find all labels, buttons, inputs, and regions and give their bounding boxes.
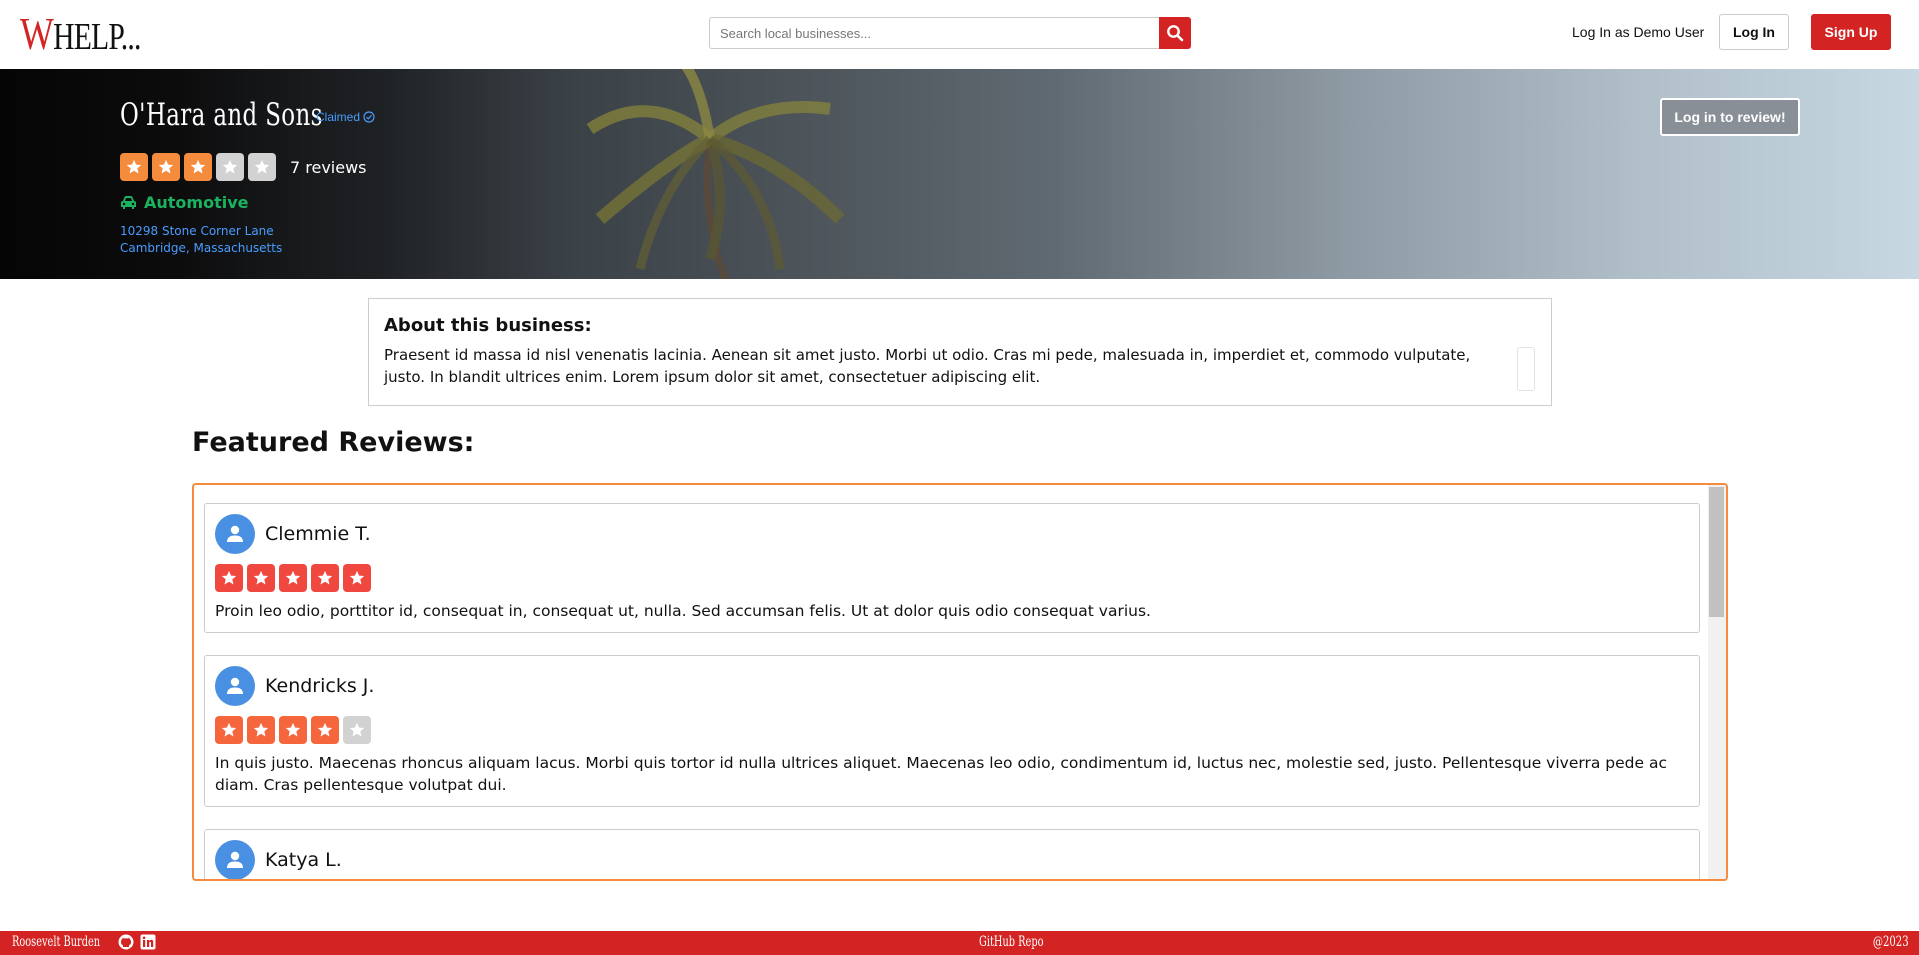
about-title: About this business: [384, 315, 592, 336]
login-button[interactable]: Log In [1719, 14, 1789, 50]
star-icon [216, 153, 244, 181]
star-icon [215, 716, 243, 744]
star-icon [279, 564, 307, 592]
palm-tree-image [586, 69, 845, 279]
star-icon [311, 716, 339, 744]
reviews-scrollbar[interactable] [1708, 485, 1726, 879]
review-count: 7 reviews [290, 158, 367, 177]
scrollbar-thumb[interactable] [1709, 487, 1724, 617]
author-name: Roosevelt Burden [12, 934, 101, 950]
github-icon[interactable] [118, 934, 134, 950]
review-header: Clemmie T. [215, 514, 1689, 554]
about-section: About this business: Praesent id massa i… [368, 298, 1552, 406]
search-button[interactable] [1159, 17, 1191, 49]
logo-text: HELP... [53, 16, 141, 58]
login-to-review-button[interactable]: Log in to review! [1660, 98, 1800, 136]
linkedin-icon[interactable] [140, 934, 156, 950]
logo[interactable]: WHELP... [20, 11, 141, 59]
featured-reviews-title: Featured Reviews: [192, 427, 475, 458]
star-icon [248, 153, 276, 181]
review-card: Kendricks J. In quis justo. Maecenas rhon… [204, 655, 1700, 807]
reviewer-name: Clemmie T. [265, 523, 371, 545]
claimed-label: Claimed [316, 110, 361, 124]
business-rating [120, 153, 276, 181]
claimed-badge: Claimed [316, 110, 375, 124]
star-icon [247, 564, 275, 592]
footer: Roosevelt Burden GitHub Repo @2023 [0, 931, 1919, 955]
review-text: Proin leo odio, porttitor id, consequat … [215, 602, 1151, 620]
github-repo-link[interactable]: GitHub Repo [979, 934, 1044, 950]
copyright: @2023 [1873, 934, 1909, 950]
business-category[interactable]: Automotive [120, 193, 249, 212]
review-card: Clemmie T. Proin leo odio, porttitor id, … [204, 503, 1700, 633]
user-avatar-icon [215, 514, 255, 554]
business-name: O'Hara and Sons [120, 97, 323, 133]
user-avatar-icon [215, 840, 255, 879]
star-icon [215, 564, 243, 592]
star-icon [184, 153, 212, 181]
star-icon [152, 153, 180, 181]
category-label: Automotive [144, 193, 249, 212]
about-text: Praesent id massa id nisl venenatis laci… [384, 346, 1471, 386]
star-icon [279, 716, 307, 744]
address-line-1: 10298 Stone Corner Lane [120, 224, 274, 238]
review-text: In quis justo. Maecenas rhoncus aliquam … [215, 754, 1667, 794]
star-icon [311, 564, 339, 592]
review-card: Katya L. [204, 829, 1700, 879]
review-header: Kendricks J. [215, 666, 1689, 706]
business-hero: O'Hara and Sons Claimed 7 reviews Automo… [0, 69, 1919, 279]
search-icon [1167, 25, 1184, 42]
demo-login-link[interactable]: Log In as Demo User [1572, 24, 1704, 40]
reviewer-name: Kendricks J. [265, 675, 375, 697]
logo-initial: W [20, 8, 54, 59]
top-nav: WHELP... Log In as Demo User Log In Sign… [0, 0, 1919, 69]
business-address: 10298 Stone Corner Lane Cambridge, Massa… [120, 223, 282, 257]
footer-author: Roosevelt Burden [12, 934, 156, 950]
signup-button[interactable]: Sign Up [1811, 14, 1891, 50]
check-circle-icon [363, 111, 375, 123]
review-rating [215, 716, 1689, 744]
address-line-2: Cambridge, Massachusetts [120, 241, 283, 255]
reviews-list[interactable]: Clemmie T. Proin leo odio, porttitor id, … [192, 483, 1728, 881]
star-icon [120, 153, 148, 181]
search-bar [709, 17, 1191, 49]
review-header: Katya L. [215, 840, 1689, 879]
review-rating [215, 564, 1689, 592]
star-icon [343, 716, 371, 744]
star-icon [343, 564, 371, 592]
about-scroll-control[interactable] [1517, 347, 1535, 391]
car-icon [121, 196, 136, 209]
user-avatar-icon [215, 666, 255, 706]
search-input[interactable] [709, 17, 1159, 49]
reviewer-name: Katya L. [265, 849, 342, 871]
star-icon [247, 716, 275, 744]
